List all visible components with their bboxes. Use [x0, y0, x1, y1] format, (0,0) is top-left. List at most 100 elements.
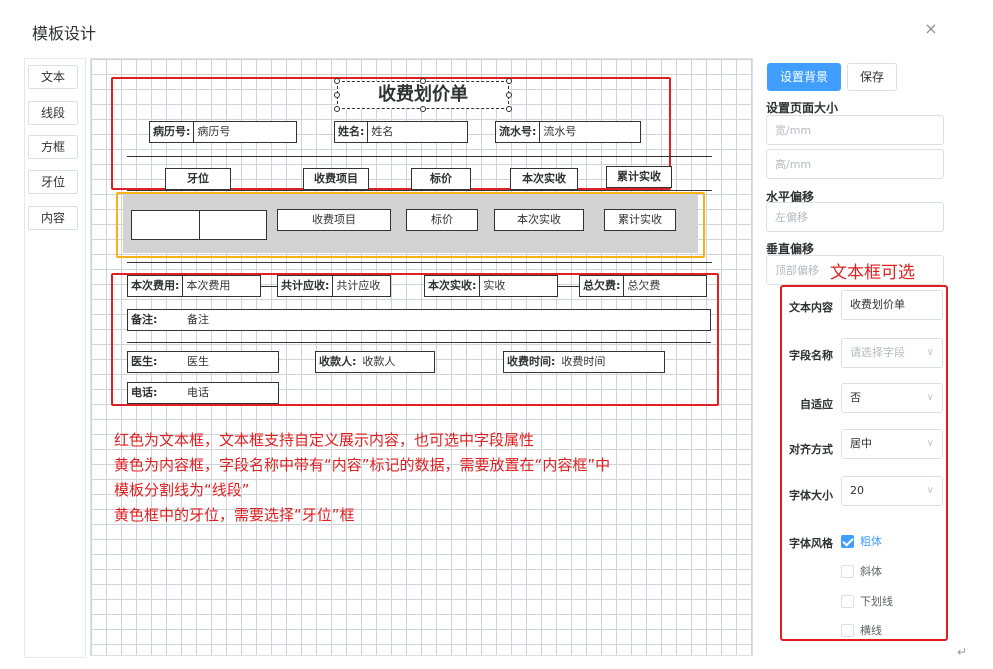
resize-handle[interactable]	[506, 78, 512, 84]
checkbox-icon	[841, 564, 854, 578]
page-height-input[interactable]	[766, 149, 944, 179]
checkbox-icon	[841, 594, 854, 608]
dialog-title: 模板设计	[32, 24, 97, 43]
connector-line[interactable]	[558, 286, 579, 287]
field-current-fee[interactable]: 本次费用: 本次费用	[127, 275, 261, 297]
field-label: 本次实收:	[425, 276, 481, 296]
field-label: 病历号:	[150, 122, 195, 142]
close-icon[interactable]: ×	[922, 20, 940, 38]
connector-line[interactable]	[261, 286, 277, 287]
separator-line[interactable]	[127, 262, 712, 263]
tool-tooth-button[interactable]: 牙位	[28, 170, 78, 194]
select-value: 20	[850, 484, 864, 497]
save-button[interactable]: 保存	[847, 63, 897, 91]
separator-line[interactable]	[127, 342, 711, 343]
tool-text-button[interactable]: 文本	[28, 65, 78, 89]
chevron-down-icon: ∨	[926, 347, 934, 358]
checkbox-label: 粗体	[860, 535, 882, 548]
field-label: 医生:	[131, 355, 158, 368]
field-value: 备注	[187, 313, 209, 326]
column-header-tooth[interactable]: 牙位	[165, 168, 231, 190]
field-value: 流水号	[543, 125, 577, 138]
field-charge-time[interactable]: 收费时间: 收费时间	[503, 351, 665, 373]
checkbox-label: 斜体	[860, 565, 882, 578]
tool-line-button[interactable]: 线段	[28, 101, 78, 125]
field-value: 姓名	[371, 125, 394, 138]
field-name[interactable]: 姓名: 姓名	[334, 121, 468, 143]
text-box-selectable-note: 文本框可选	[830, 263, 915, 283]
field-record-no[interactable]: 病历号: 病历号	[149, 121, 297, 143]
content-paid-cell[interactable]: 本次实收	[494, 209, 584, 231]
note-line: 模板分割线为“线段”	[114, 481, 250, 499]
underline-checkbox[interactable]: 下划线	[841, 594, 893, 610]
resize-handle[interactable]	[506, 92, 512, 98]
field-value: 电话	[187, 386, 209, 399]
resize-handle[interactable]	[334, 106, 340, 112]
adaptive-select[interactable]: 否 ∨	[841, 383, 943, 413]
column-header-total-paid[interactable]: 累计实收	[606, 166, 672, 188]
field-remark[interactable]: 备注: 备注	[127, 309, 711, 331]
field-value: 总欠费	[627, 279, 661, 292]
field-label: 总欠费:	[580, 276, 625, 296]
page-width-input[interactable]	[766, 115, 944, 145]
field-label: 本次费用:	[128, 276, 184, 296]
field-value: 共计应收	[336, 279, 381, 292]
toolbox-panel: 文本 线段 方框 牙位 内容	[24, 58, 86, 658]
field-total-receivable[interactable]: 共计应收: 共计应收	[277, 275, 391, 297]
field-cashier[interactable]: 收款人: 收款人	[315, 351, 435, 373]
select-value: 居中	[850, 437, 872, 450]
content-item-cell[interactable]: 收费项目	[277, 209, 391, 231]
content-price-cell[interactable]: 标价	[406, 209, 478, 231]
text-content-input[interactable]: 收费划价单	[841, 290, 943, 320]
checkbox-checked-icon	[841, 534, 854, 548]
field-label: 电话:	[131, 386, 158, 399]
font-size-select[interactable]: 20 ∨	[841, 476, 943, 506]
field-label: 共计应收:	[278, 276, 334, 296]
italic-checkbox[interactable]: 斜体	[841, 564, 882, 580]
separator-line[interactable]	[127, 190, 712, 191]
note-text-box: 红色为文本框，文本框支持自定义展示内容，也可选中字段属性	[114, 431, 535, 449]
prop-label-text-content: 文本内容	[789, 301, 833, 314]
resize-handle[interactable]	[420, 78, 426, 84]
field-name-select[interactable]: 请选择字段 ∨	[841, 338, 943, 368]
note-tooth: 黄色框中的牙位，需要选择“牙位”框	[114, 506, 355, 524]
design-canvas[interactable]: 收费划价单 病历号: 病历号 姓名: 姓名 流水号: 流水号 牙位 收费项目 标价 本…	[90, 58, 753, 656]
field-label: 备注:	[131, 313, 158, 326]
field-value: 病历号	[197, 125, 231, 138]
prop-label-adaptive: 自适应	[800, 398, 833, 411]
resize-handle[interactable]	[420, 106, 426, 112]
field-serial-no[interactable]: 流水号: 流水号	[495, 121, 641, 143]
title-text-box[interactable]: 收费划价单	[337, 81, 509, 109]
note-content-box: 黄色为内容框，字段名称中带有“内容”标记的数据，需要放置在“内容框”中	[114, 456, 611, 474]
column-header-item[interactable]: 收费项目	[303, 168, 369, 190]
column-header-paid[interactable]: 本次实收	[510, 168, 578, 190]
field-label: 收费时间:	[507, 355, 556, 368]
resize-handle[interactable]	[334, 92, 340, 98]
field-current-received[interactable]: 本次实收: 实收	[424, 275, 558, 297]
prop-label-field-name: 字段名称	[789, 349, 833, 362]
content-tooth-cell[interactable]	[131, 210, 201, 240]
field-doctor[interactable]: 医生: 医生	[127, 351, 279, 373]
select-value: 否	[850, 391, 861, 404]
field-total-owed[interactable]: 总欠费: 总欠费	[579, 275, 707, 297]
content-tooth-cell[interactable]	[199, 210, 267, 240]
tool-box-button[interactable]: 方框	[28, 135, 78, 159]
h-offset-input[interactable]	[766, 202, 944, 232]
prop-label-align: 对齐方式	[789, 443, 833, 456]
content-total-paid-cell[interactable]: 累计实收	[604, 209, 676, 231]
resize-handle[interactable]	[334, 78, 340, 84]
column-header-price[interactable]: 标价	[411, 168, 471, 190]
set-background-button[interactable]: 设置背景	[767, 63, 841, 91]
field-phone[interactable]: 电话: 电话	[127, 382, 279, 404]
select-placeholder: 请选择字段	[850, 346, 905, 359]
separator-line[interactable]	[127, 156, 712, 157]
checkbox-label: 横线	[860, 624, 882, 637]
tool-content-button[interactable]: 内容	[28, 206, 78, 230]
bold-checkbox[interactable]: 粗体	[841, 534, 882, 550]
field-value: 实收	[483, 279, 506, 292]
strikethrough-checkbox[interactable]: 横线	[841, 623, 882, 639]
checkbox-icon	[841, 623, 854, 637]
field-label: 收款人:	[319, 355, 357, 368]
resize-handle[interactable]	[506, 106, 512, 112]
align-select[interactable]: 居中 ∨	[841, 429, 943, 459]
